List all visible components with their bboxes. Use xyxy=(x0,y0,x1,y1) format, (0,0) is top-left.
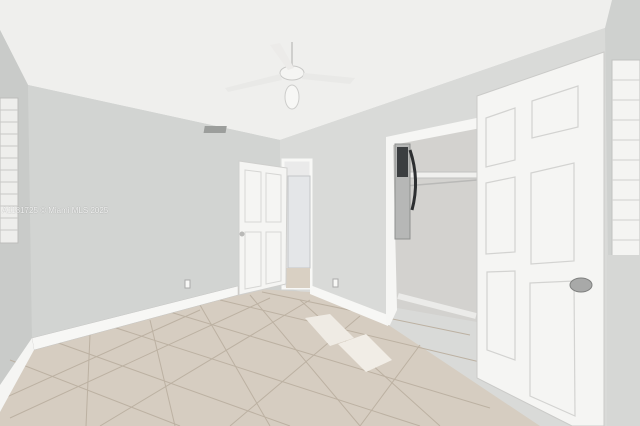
closet-door-knob xyxy=(569,277,593,293)
room-photo: A1181725 © Miami MLS 2025 xyxy=(0,0,640,426)
hallway-far-door xyxy=(287,175,311,269)
wall-outlet xyxy=(184,279,191,289)
door-knob xyxy=(239,231,245,237)
watermark: A1181725 © Miami MLS 2025 xyxy=(2,206,109,215)
panel-cover xyxy=(397,147,408,177)
hallway-floor xyxy=(286,268,310,288)
bedroom-door xyxy=(238,160,288,296)
wall-outlet xyxy=(332,278,339,288)
right-wall-edge xyxy=(607,255,640,426)
closet-door xyxy=(476,51,605,426)
ceiling-vent xyxy=(203,126,227,133)
